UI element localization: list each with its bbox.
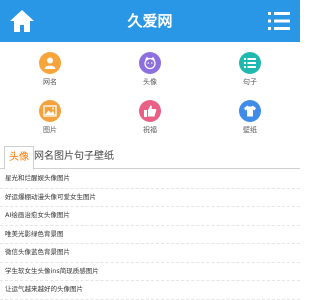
category-icon-bg — [39, 100, 61, 122]
category-label: 网名 — [43, 78, 57, 86]
category-label: 句子 — [243, 78, 257, 86]
category-icon-bg — [239, 100, 261, 122]
category-nickname[interactable]: 网名 — [0, 48, 100, 96]
category-icon-bg — [139, 100, 161, 122]
category-label: 图片 — [43, 126, 57, 134]
list-item[interactable]: 好运爆棚动漫头像可爱女生图片 — [0, 189, 300, 207]
top-bar: 久爱网 — [0, 0, 300, 42]
article-list: 星光和烂醒娱头像图片 好运爆棚动漫头像可爱女生图片 AI绘画治愈女头像图片 唯美… — [0, 170, 300, 300]
person-icon — [44, 57, 56, 69]
list-item[interactable]: AI绘画治愈女头像图片 — [0, 207, 300, 226]
tab-avatar[interactable]: 头像 — [4, 146, 34, 170]
category-avatar[interactable]: 头像 — [100, 48, 200, 96]
list-icon — [244, 58, 256, 68]
picture-icon — [43, 105, 57, 117]
category-icon-bg — [239, 52, 261, 74]
list-item[interactable]: 星光和烂醒娱头像图片 — [0, 170, 300, 189]
list-item[interactable]: 让运气越来越好的头像图片 — [0, 281, 300, 300]
category-sentence[interactable]: 句子 — [200, 48, 300, 96]
site-title: 久爱网 — [127, 12, 173, 30]
category-label: 头像 — [143, 78, 157, 86]
category-wallpaper[interactable]: 壁纸 — [200, 96, 300, 144]
thumbs-up-icon — [144, 105, 157, 117]
list-item[interactable]: 学生软女生头像ins简现质感图片 — [0, 263, 300, 281]
tab-wallpaper[interactable]: 壁纸 — [92, 146, 116, 168]
list-item[interactable]: 微信头像蓝色背景图片 — [0, 244, 300, 263]
avatar-icon — [144, 56, 156, 70]
category-label: 壁纸 — [243, 126, 257, 134]
category-grid: 网名 头像 句子 图片 祝福 壁纸 — [0, 48, 300, 144]
category-tabs: 头像 网名 图片 句子 壁纸 — [0, 146, 300, 170]
category-blessing[interactable]: 祝福 — [100, 96, 200, 144]
category-icon-bg — [139, 52, 161, 74]
category-label: 祝福 — [143, 126, 157, 134]
category-picture[interactable]: 图片 — [0, 96, 100, 144]
shirt-icon — [244, 105, 256, 117]
list-item[interactable]: 唯美光影绿色背景图 — [0, 226, 300, 244]
category-icon-bg — [39, 52, 61, 74]
menu-icon[interactable] — [268, 11, 290, 31]
